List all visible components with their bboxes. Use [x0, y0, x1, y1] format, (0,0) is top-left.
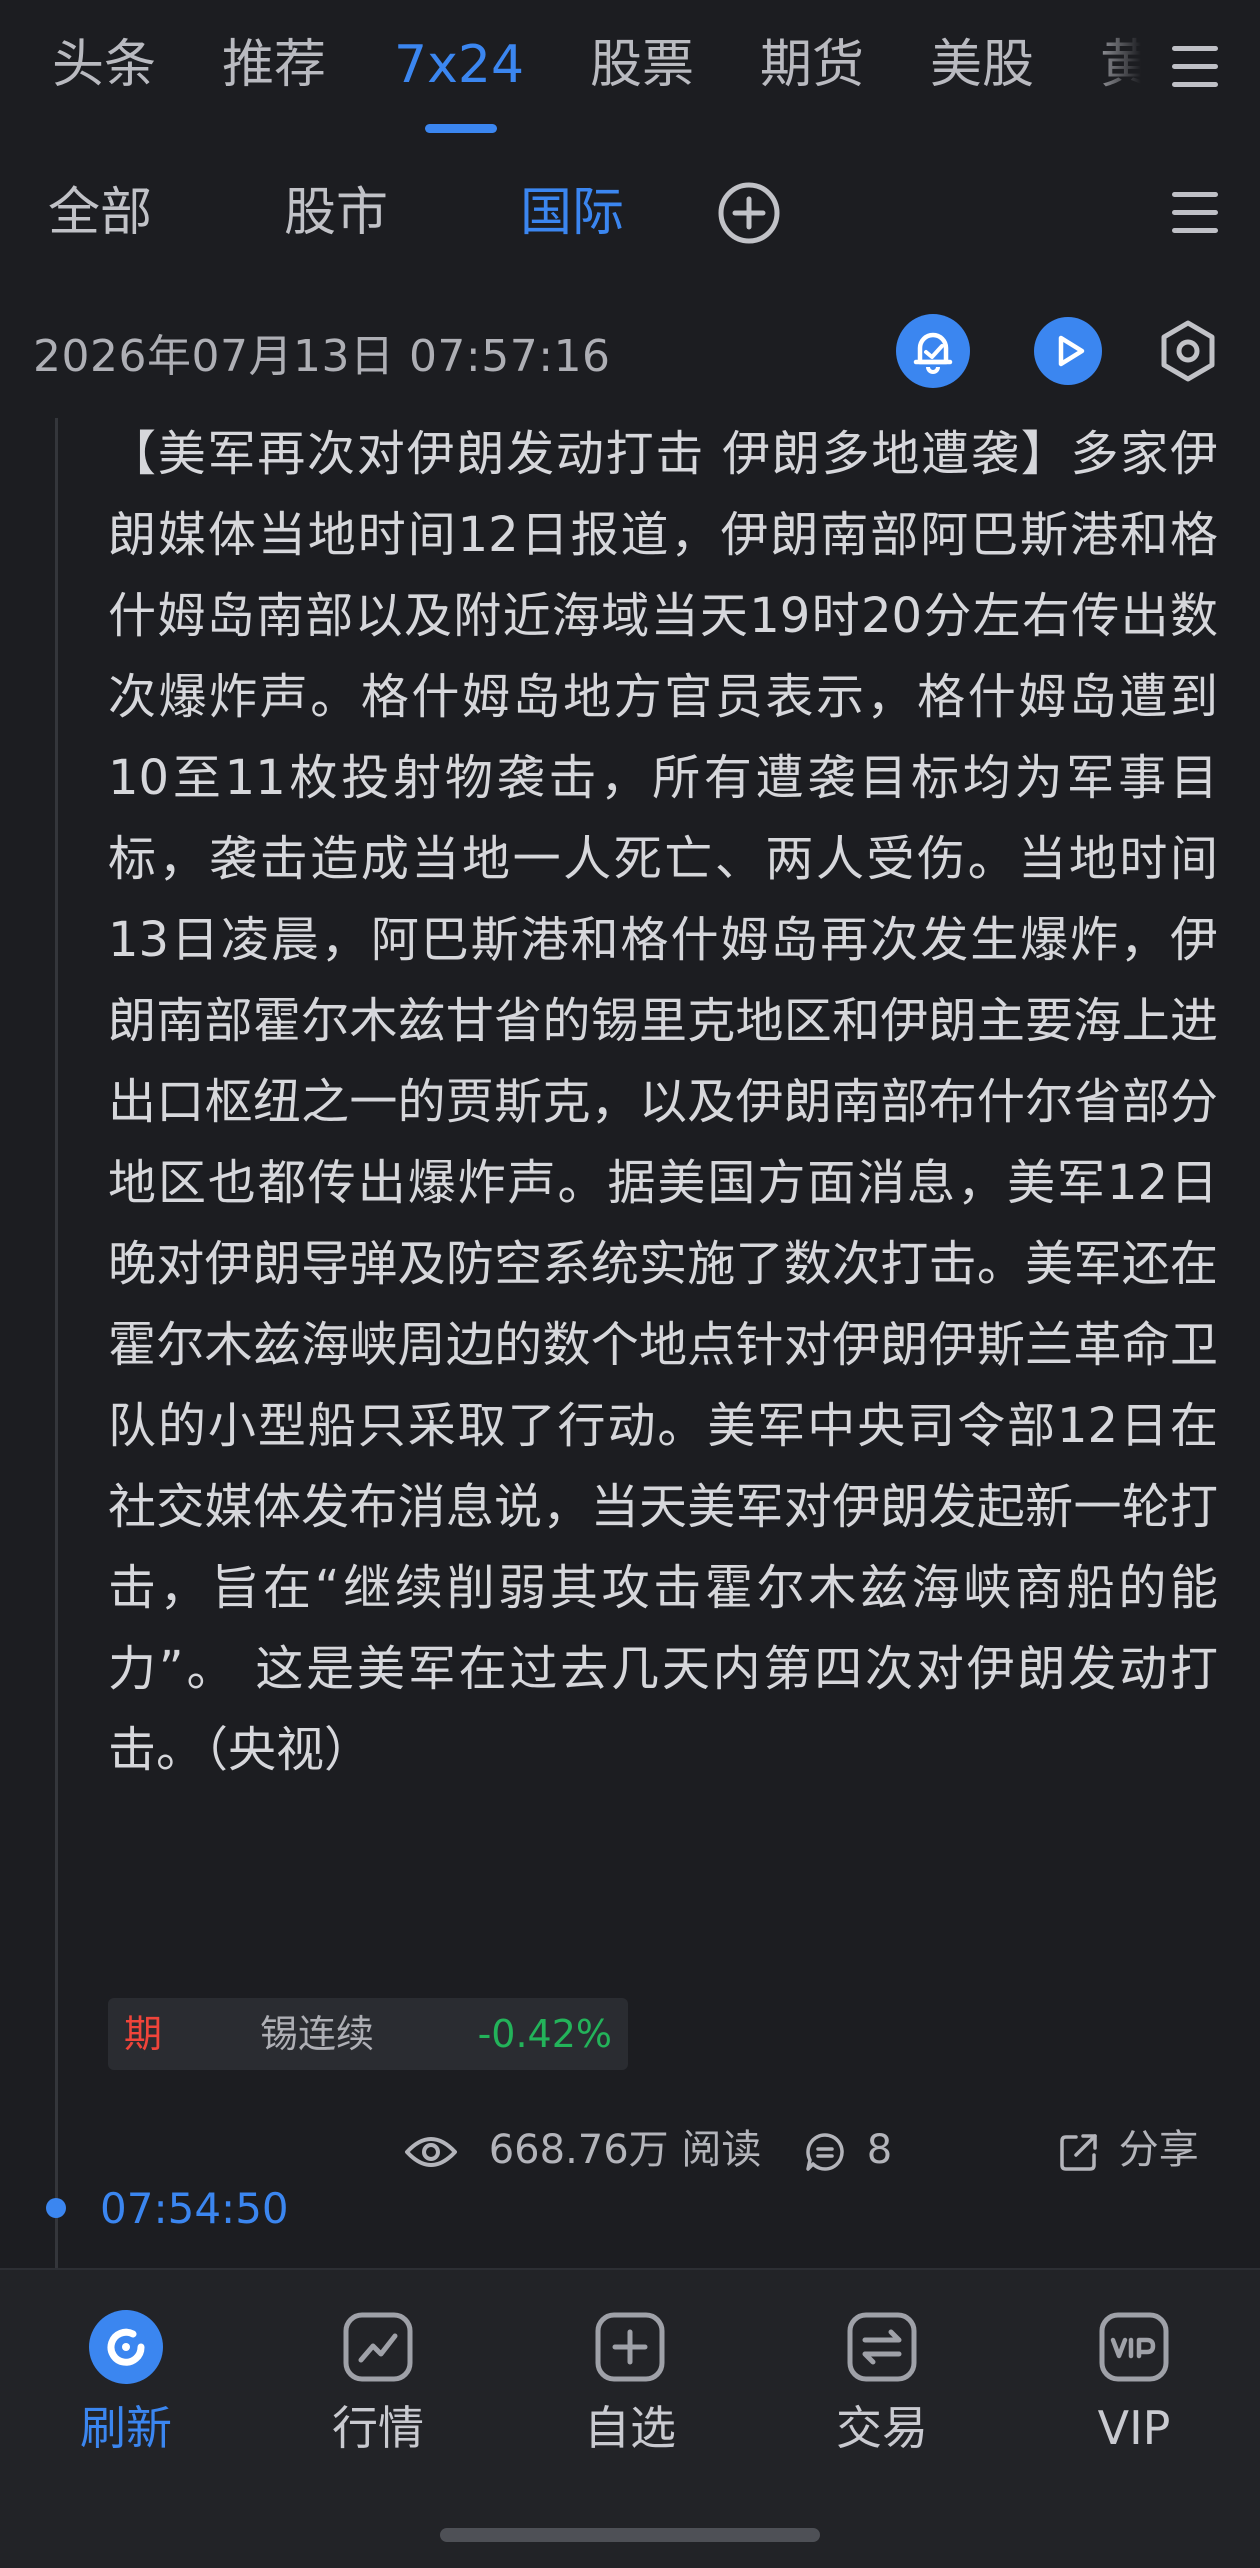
top-tab-7x24[interactable]: 7x24 — [394, 30, 524, 100]
bell-icon — [913, 332, 953, 374]
nav-label-market: 行情 — [332, 2401, 424, 2455]
add-channel-icon[interactable] — [716, 180, 782, 246]
channel-menu-icon[interactable] — [1172, 190, 1218, 236]
top-menu-icon[interactable] — [1172, 44, 1218, 90]
nav-label-refresh: 刷新 — [80, 2401, 172, 2455]
bottom-navigation: 刷新 行情 自选 交易 VIP — [0, 2268, 1260, 2568]
comments-button[interactable]: 8 — [804, 2120, 892, 2180]
play-audio-button[interactable] — [1034, 317, 1102, 385]
views-label: 668.76万 阅读 — [488, 2127, 762, 2173]
top-tab-headlines[interactable]: 头条 — [52, 30, 156, 100]
comment-count: 8 — [866, 2127, 893, 2173]
news-body[interactable]: 【美军再次对伊朗发动打击 伊朗多地遭袭】多家伊朗媒体当地时间12日报道，伊朗南部… — [108, 414, 1218, 1791]
share-icon — [1060, 2134, 1097, 2171]
futures-tag: 期 — [124, 2012, 163, 2056]
vip-icon — [1099, 2312, 1169, 2382]
refresh-icon — [89, 2310, 163, 2384]
nav-label-trade: 交易 — [836, 2401, 928, 2455]
views-count: 668.76万 阅读 — [404, 2120, 761, 2180]
news-timestamp: 2026年07月13日 07:57:16 — [33, 331, 611, 382]
play-icon — [1058, 335, 1085, 367]
top-tab-stocks[interactable]: 股票 — [590, 30, 694, 100]
nav-trade[interactable]: 交易 — [782, 2310, 982, 2460]
stock-name: 锡连续 — [260, 2012, 375, 2056]
timeline-line — [55, 418, 58, 2270]
share-label: 分享 — [1118, 2127, 1199, 2173]
trade-exchange-icon — [847, 2312, 917, 2382]
comment-icon — [806, 2133, 844, 2171]
sub-tab-all[interactable]: 全部 — [48, 180, 152, 246]
market-chart-icon — [343, 2312, 413, 2382]
nav-label-vip: VIP — [1097, 2401, 1171, 2455]
top-tab-futures[interactable]: 期货 — [760, 30, 864, 100]
alert-bell-button[interactable] — [896, 314, 970, 388]
share-button[interactable]: 分享 — [1058, 2120, 1199, 2180]
top-tab-recommend[interactable]: 推荐 — [222, 30, 326, 100]
sub-tab-international[interactable]: 国际 — [520, 180, 624, 246]
sub-tab-stock-market[interactable]: 股市 — [284, 180, 388, 246]
next-item-time: 07:54:50 — [100, 2184, 289, 2233]
settings-icon[interactable] — [1154, 317, 1222, 385]
active-tab-indicator — [425, 124, 497, 133]
nav-label-watchlist: 自选 — [584, 2401, 676, 2455]
nav-vip[interactable]: VIP — [1034, 2310, 1234, 2460]
add-watchlist-icon — [595, 2312, 665, 2382]
eye-icon — [405, 2137, 457, 2167]
stock-change: -0.42% — [477, 2012, 612, 2056]
home-indicator — [440, 2528, 820, 2542]
top-tab-us-stocks[interactable]: 美股 — [930, 30, 1034, 100]
nav-watchlist[interactable]: 自选 — [530, 2310, 730, 2460]
nav-market[interactable]: 行情 — [278, 2310, 478, 2460]
top-tab-bar: 头条 推荐 7x24 股票 期货 美股 黄 — [0, 0, 1260, 140]
related-stock-chip[interactable]: 期 锡连续 -0.42% — [108, 1998, 628, 2070]
nav-refresh[interactable]: 刷新 — [26, 2310, 226, 2460]
tab-fade-overlay — [1085, 0, 1165, 140]
timeline-dot — [46, 2198, 66, 2218]
